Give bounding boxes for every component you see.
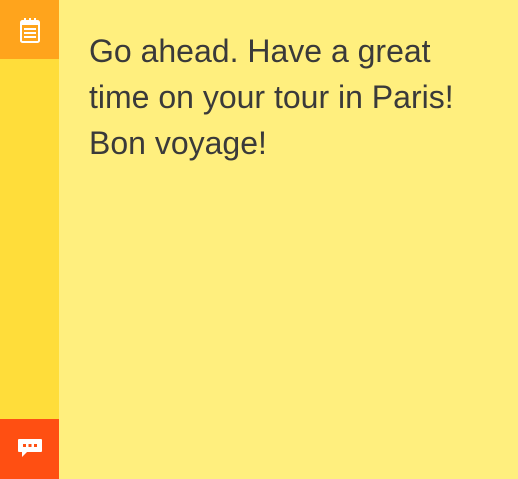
note-text: Go ahead. Have a great time on your tour… [89, 33, 454, 161]
note-content-area[interactable]: Go ahead. Have a great time on your tour… [59, 0, 518, 479]
sticky-note-app: Go ahead. Have a great time on your tour… [0, 0, 518, 479]
comments-button[interactable] [0, 419, 59, 479]
sidebar [0, 0, 59, 479]
notes-button[interactable] [0, 0, 59, 59]
comment-icon [17, 438, 43, 460]
notepad-icon [19, 17, 40, 43]
